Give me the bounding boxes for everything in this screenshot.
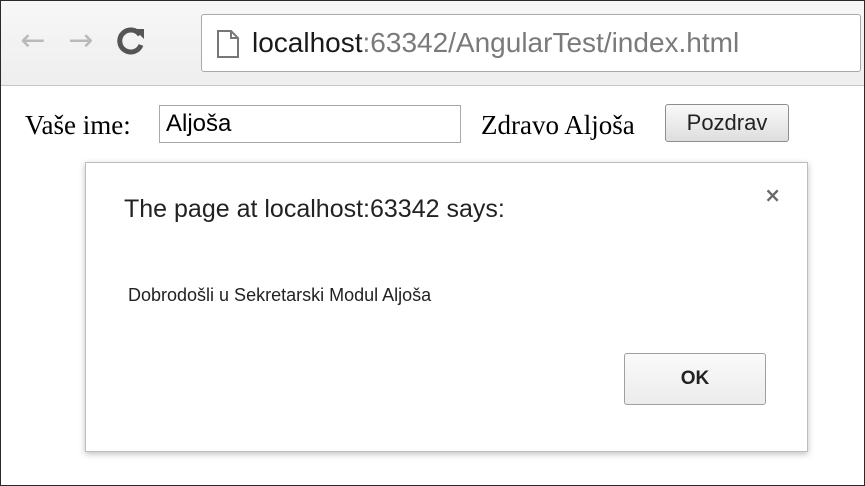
- name-input[interactable]: [159, 105, 461, 143]
- document-icon: [216, 29, 240, 59]
- url-host: localhost: [252, 27, 363, 58]
- alert-dialog: × The page at localhost:63342 says: Dobr…: [85, 162, 808, 452]
- address-bar[interactable]: localhost:63342/AngularTest/index.html: [201, 14, 861, 72]
- dialog-title: The page at localhost:63342 says:: [124, 195, 505, 223]
- greet-button[interactable]: Pozdrav: [665, 104, 789, 142]
- url-path: :63342/AngularTest/index.html: [362, 27, 740, 58]
- close-icon[interactable]: ×: [764, 185, 781, 205]
- greeting-text: Zdravo Aljoša: [481, 110, 635, 140]
- dialog-message: Dobrodošli u Sekretarski Modul Aljoša: [128, 285, 432, 305]
- reload-icon[interactable]: [107, 17, 155, 65]
- name-label: Vaše ime:: [25, 110, 131, 140]
- url-text: localhost:63342/AngularTest/index.html: [252, 27, 739, 59]
- back-arrow-icon[interactable]: ←: [13, 21, 53, 61]
- ok-button[interactable]: OK: [624, 353, 766, 405]
- forward-arrow-icon[interactable]: →: [61, 21, 101, 61]
- browser-window: ← → localhost:63342/AngularTest/index.ht…: [0, 0, 865, 486]
- greeting-form: Vaše ime: Zdravo Aljoša Pozdrav: [1, 96, 864, 152]
- browser-toolbar: ← → localhost:63342/AngularTest/index.ht…: [1, 1, 864, 86]
